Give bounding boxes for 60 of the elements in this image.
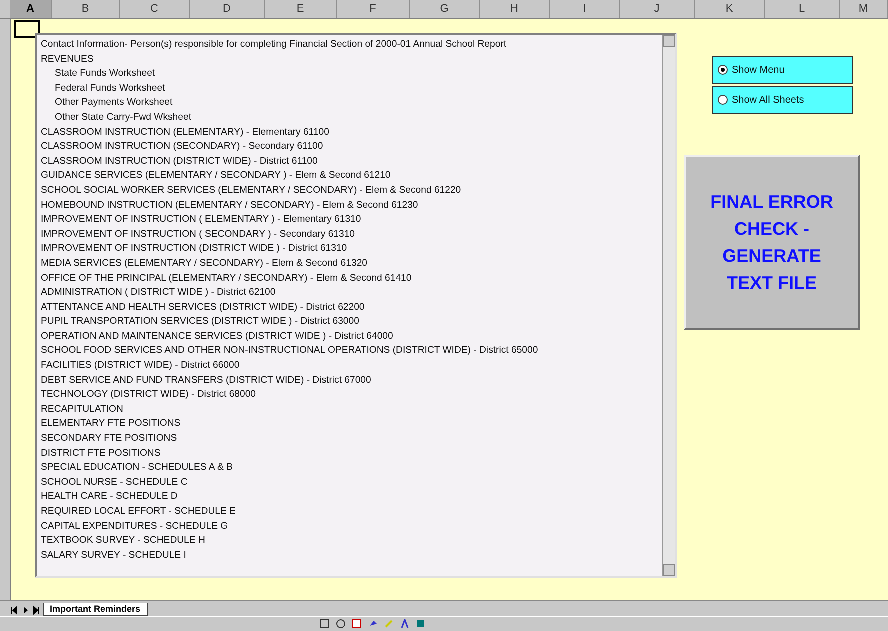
column-header[interactable]: A [10,0,52,18]
circle-icon[interactable] [336,619,346,629]
list-item[interactable]: RECAPITULATION [41,402,658,418]
list-item[interactable]: HOMEBOUND INSTRUCTION (ELEMENTARY / SECONDARY) - Elem & Second 61230 [41,198,658,214]
list-item[interactable]: ATTENTANCE AND HEALTH SERVICES (DISTRICT WIDE) - District 62200 [41,300,658,316]
first-sheet-icon[interactable] [10,605,19,616]
list-item[interactable]: HEALTH CARE - SCHEDULE D [41,490,658,505]
list-item[interactable]: Other Payments Worksheet [41,96,658,111]
column-header[interactable]: D [190,0,265,18]
generate-button[interactable]: FINAL ERROR CHECK - GENERATE TEXT FILE [684,155,860,330]
list-item[interactable]: CLASSROOM INSTRUCTION (ELEMENTARY) - Elementary 61100 [41,126,658,140]
list-item[interactable]: Contact Information- Person(s) responsible for completing Financial Section of 2000-01 Annual School Report [41,38,658,53]
list-item[interactable]: IMPROVEMENT OF INSTRUCTION ( ELEMENTARY ) - Elementary 61310 [41,213,658,228]
column-header[interactable]: K [695,0,765,18]
list-item[interactable]: DEBT SERVICE AND FUND TRANSFERS (DISTRICT WIDE) - District 67000 [41,374,658,388]
sheet-tab[interactable]: Important Reminders [43,603,148,616]
column-header[interactable]: J [620,0,695,18]
column-header[interactable]: H [480,0,550,18]
column-header[interactable]: E [265,0,337,18]
column-header[interactable]: M [840,0,888,18]
last-sheet-icon[interactable] [32,605,41,616]
list-item[interactable]: OPERATION AND MAINTENANCE SERVICES (DISTRICT WIDE ) - District 64000 [41,330,658,344]
list-item[interactable]: SCHOOL FOOD SERVICES AND OTHER NON-INSTRUCTIONAL OPERATIONS (DISTRICT WIDE) - District 65000 [41,344,658,360]
list-item[interactable]: CLASSROOM INSTRUCTION (DISTRICT WIDE) - District 61100 [41,154,658,170]
list-item[interactable]: REVENUES [41,52,658,68]
column-header[interactable]: B [52,0,120,18]
square-icon[interactable] [320,619,330,629]
shadow-icon[interactable] [416,619,426,629]
list-item[interactable]: FACILITIES (DISTRICT WIDE) - District 66000 [41,359,658,374]
list-item[interactable]: TECHNOLOGY (DISTRICT WIDE) - District 68000 [41,388,658,403]
list-item[interactable]: DISTRICT FTE POSITIONS [41,446,658,462]
list-item[interactable]: ELEMENTARY FTE POSITIONS [41,417,658,432]
list-item[interactable]: SALARY SURVEY - SCHEDULE I [41,548,658,564]
column-header[interactable]: L [765,0,840,18]
column-header[interactable]: C [120,0,190,18]
list-item[interactable]: CLASSROOM INSTRUCTION (SECONDARY) - Secondary 61100 [41,140,658,155]
list-item[interactable]: Federal Funds Worksheet [41,82,658,96]
list-item[interactable]: MEDIA SERVICES (ELEMENTARY / SECONDARY) - Elem & Second 61320 [41,256,658,272]
column-header[interactable]: I [550,0,620,18]
list-item[interactable]: SECONDARY FTE POSITIONS [41,432,658,447]
option-button[interactable]: Show Menu [712,56,853,84]
list-item[interactable]: ADMINISTRATION ( DISTRICT WIDE ) - District 62100 [41,286,658,301]
column-header[interactable]: G [410,0,480,18]
list-item[interactable]: TEXTBOOK SURVEY - SCHEDULE H [41,534,658,549]
scrollbar[interactable] [662,35,675,576]
list-item[interactable]: SPECIAL EDUCATION - SCHEDULES A & B [41,461,658,476]
list-item[interactable]: State Funds Worksheet [41,67,658,82]
list-item[interactable]: IMPROVEMENT OF INSTRUCTION ( SECONDARY ) - Secondary 61310 [41,228,658,242]
list-item[interactable]: Other State Carry-Fwd Wksheet [41,110,658,126]
list-item[interactable]: SCHOOL NURSE - SCHEDULE C [41,476,658,490]
next-sheet-icon[interactable] [21,605,30,616]
list-item[interactable]: OFFICE OF THE PRINCIPAL (ELEMENTARY / SECONDARY) - Elem & Second 61410 [41,272,658,286]
list-item[interactable]: GUIDANCE SERVICES (ELEMENTARY / SECONDARY ) - Elem & Second 61210 [41,169,658,184]
list-item[interactable]: PUPIL TRANSPORTATION SERVICES (DISTRICT WIDE ) - District 63000 [41,315,658,330]
list-item[interactable]: CAPITAL EXPENDITURES - SCHEDULE G [41,520,658,534]
column-header[interactable]: F [337,0,410,18]
list-item[interactable]: REQUIRED LOCAL EFFORT - SCHEDULE E [41,505,658,520]
option-button[interactable]: Show All Sheets [712,86,853,114]
list-item[interactable]: SCHOOL SOCIAL WORKER SERVICES (ELEMENTARY / SECONDARY) - Elem & Second 61220 [41,184,658,199]
list-item[interactable]: IMPROVEMENT OF INSTRUCTION (DISTRICT WIDE ) - District 61310 [41,242,658,257]
